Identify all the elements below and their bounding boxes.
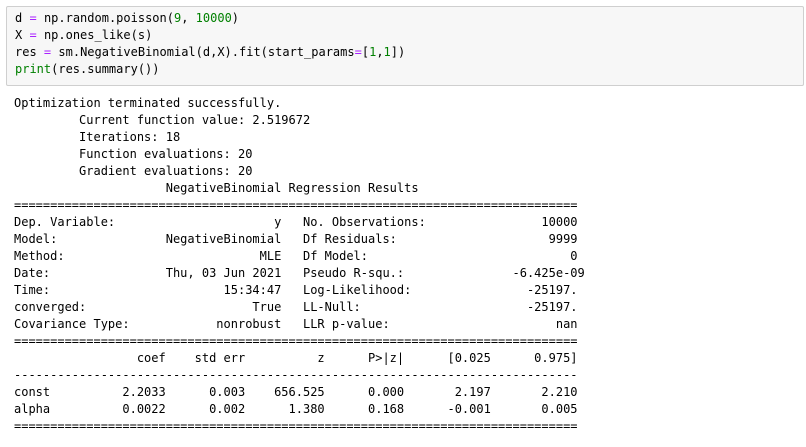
summary-row-model: Model: NegativeBinomial Df Residuals: 99… (14, 232, 578, 246)
code-line-3[interactable]: res = sm.NegativeBinomial(d,X).fit(start… (15, 44, 405, 61)
code-token: ]) (390, 45, 406, 59)
output-status-line: Optimization terminated successfully. (14, 96, 282, 110)
code-token: np.ones_like(s) (43, 28, 153, 42)
code-token: sm.NegativeBinomial(d,X).fit(start_param… (58, 45, 355, 59)
code-builtin: print (15, 62, 52, 76)
output-function-evaluations: Function evaluations: 20 (14, 147, 253, 161)
summary-rule-bottom: ========================================… (14, 419, 578, 433)
code-line-1[interactable]: d = np.random.poisson(9, 10000) (15, 10, 239, 27)
coef-table-header: coef std err z P>|z| [0.025 0.975] (14, 351, 578, 365)
code-number: 10000 (195, 11, 232, 25)
code-operator: = (43, 45, 52, 59)
output-gradient-evaluations: Gradient evaluations: 20 (14, 164, 253, 178)
summary-row-date: Date: Thu, 03 Jun 2021 Pseudo R-squ.: -6… (14, 266, 585, 280)
code-operator: = (354, 45, 362, 59)
code-token: d (15, 11, 23, 25)
code-token: (res.summary()) (51, 62, 160, 76)
coef-row-const: const 2.2033 0.003 656.525 0.000 2.197 2… (14, 385, 578, 399)
code-token: [ (361, 45, 370, 59)
code-operator: = (29, 28, 37, 42)
code-operator: = (29, 11, 37, 25)
code-line-2[interactable]: X = np.ones_like(s) (15, 27, 152, 44)
summary-row-covariance: Covariance Type: nonrobust LLR p-value: … (14, 317, 578, 331)
coef-row-alpha: alpha 0.0022 0.002 1.380 0.168 -0.001 0.… (14, 402, 578, 416)
summary-rule-top: ========================================… (14, 198, 578, 212)
code-input-cell[interactable]: d = np.random.poisson(9, 10000) X = np.o… (6, 6, 804, 86)
code-number: 1 (383, 45, 391, 59)
summary-row-converged: converged: True LL-Null: -25197. (14, 300, 578, 314)
notebook-page: d = np.random.poisson(9, 10000) X = np.o… (0, 0, 806, 447)
output-function-value: Current function value: 2.519672 (14, 113, 311, 127)
code-token: ) (231, 11, 240, 25)
code-line-4[interactable]: print(res.summary()) (15, 61, 160, 78)
summary-rule-mid: ========================================… (14, 334, 578, 348)
summary-title: NegativeBinomial Regression Results (14, 181, 578, 195)
code-token: res (15, 45, 37, 59)
summary-row-time: Time: 15:34:47 Log-Likelihood: -25197. (14, 283, 578, 297)
code-token: , (376, 45, 384, 59)
code-token: np.random.poisson( (43, 11, 174, 25)
code-token: , (181, 11, 196, 25)
output-iterations: Iterations: 18 (14, 130, 181, 144)
summary-row-dep-variable: Dep. Variable: y No. Observations: 10000 (14, 215, 578, 229)
coef-table-divider: ----------------------------------------… (14, 368, 578, 382)
summary-row-method: Method: MLE Df Model: 0 (14, 249, 578, 263)
code-token: X (15, 28, 23, 42)
